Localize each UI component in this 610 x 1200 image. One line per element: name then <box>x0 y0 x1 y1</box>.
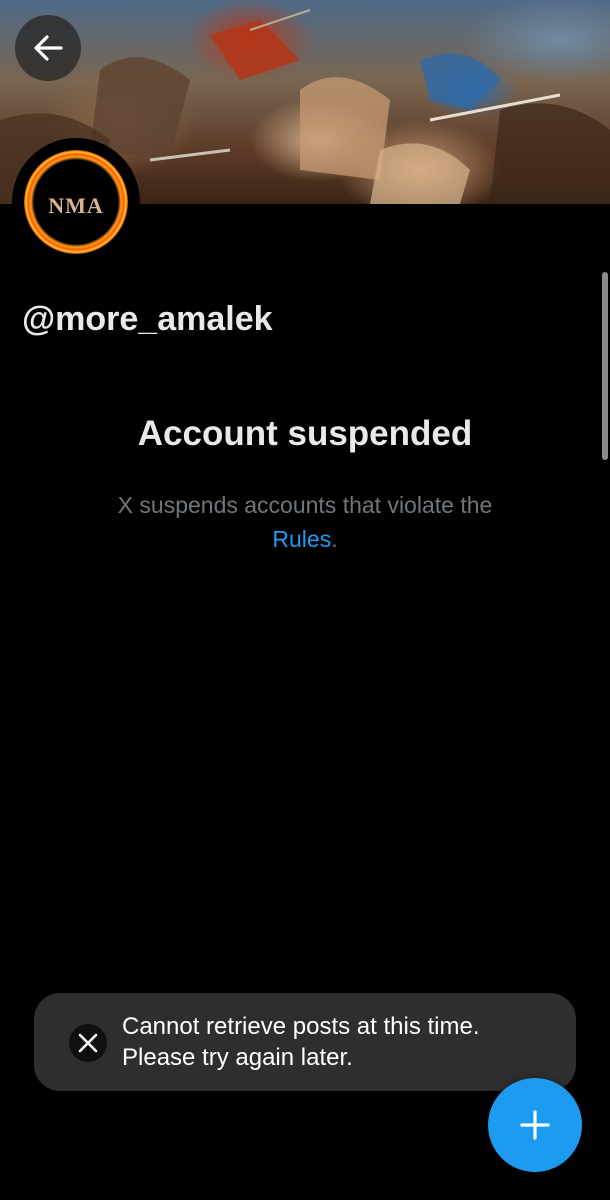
toast-notification: Cannot retrieve posts at this time. Plea… <box>34 993 576 1091</box>
suspension-message: X suspends accounts that violate the Rul… <box>75 488 535 556</box>
avatar-text: NMA <box>48 193 104 218</box>
x-logo-icon <box>69 1024 107 1062</box>
suspension-title: Account suspended <box>137 414 473 453</box>
avatar[interactable]: NMA <box>12 138 140 266</box>
rules-link-suffix: . <box>331 526 338 552</box>
plus-icon <box>520 1110 550 1140</box>
arrow-left-icon <box>34 35 63 61</box>
toast-message: Cannot retrieve posts at this time. Plea… <box>122 1013 480 1071</box>
rules-link[interactable]: Rules <box>272 526 331 552</box>
compose-button[interactable] <box>488 1078 582 1172</box>
back-button[interactable] <box>15 15 81 81</box>
profile-handle: @more_amalek <box>22 300 273 338</box>
suspension-message-text: X suspends accounts that violate the <box>117 492 493 518</box>
